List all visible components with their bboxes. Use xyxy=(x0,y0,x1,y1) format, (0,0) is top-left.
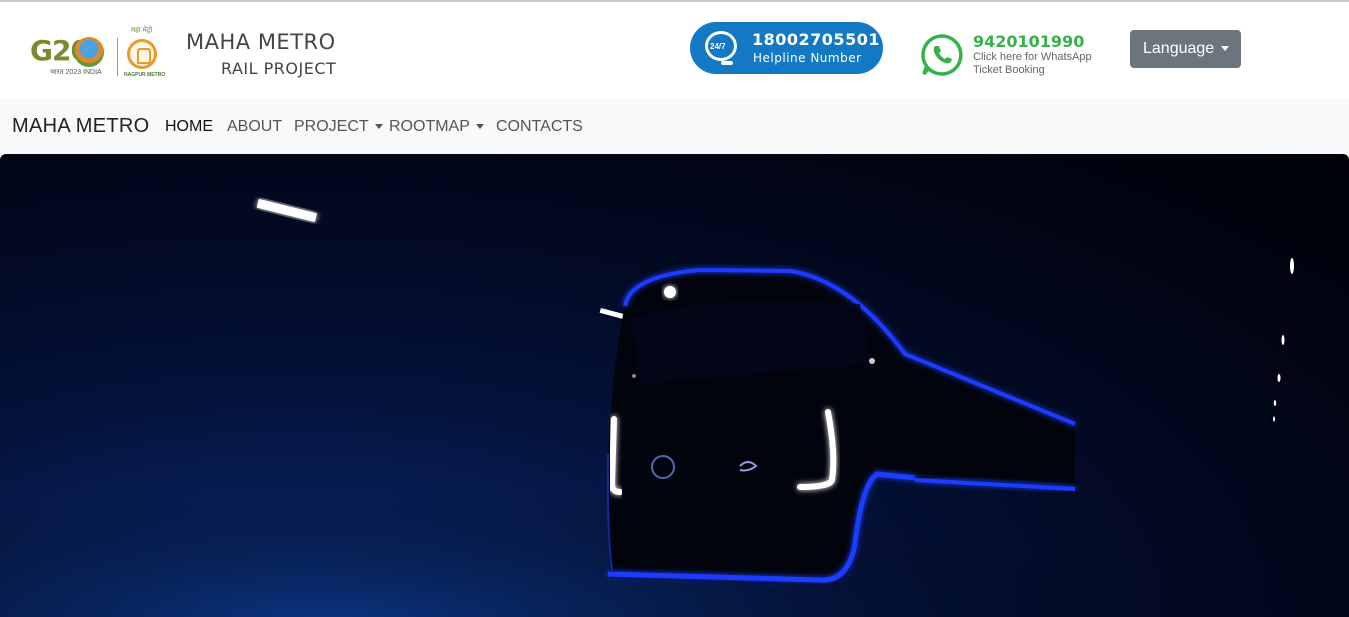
nagpur-logo-top-text: महा मेट्रो xyxy=(131,27,153,34)
wall-light xyxy=(1277,374,1281,382)
nav-rootmap-label: ROOTMAP xyxy=(389,118,470,135)
brand-subtitle: RAIL PROJECT xyxy=(221,59,337,78)
nagpur-logo-bottom-text: NAGPUR METRO xyxy=(124,72,166,78)
g20-logo[interactable]: G20 भारत 2023 INDIA xyxy=(30,34,110,80)
caret-down-icon xyxy=(1221,46,1230,52)
whatsapp-number: 9420101990 xyxy=(973,32,1085,51)
whatsapp-caption-line2: Ticket Booking xyxy=(973,64,1045,76)
caret-down-icon xyxy=(475,124,484,130)
whatsapp-icon xyxy=(921,34,963,76)
nav-contacts[interactable]: CONTACTS xyxy=(496,118,583,136)
hero-banner xyxy=(0,154,1349,617)
nav-home[interactable]: HOME xyxy=(165,118,213,136)
navbar-brand[interactable]: MAHA METRO xyxy=(12,115,149,138)
nav-project-label: PROJECT xyxy=(294,118,369,135)
headset-icon: 24/7 xyxy=(703,28,739,68)
helpline-badge: 24/7 xyxy=(710,42,726,51)
whatsapp-booking-link[interactable]: 9420101990 Click here for WhatsApp Ticke… xyxy=(920,30,1110,78)
helpline-label: Helpline Number xyxy=(753,51,862,65)
wall-light xyxy=(1290,258,1294,274)
ceiling-light xyxy=(256,198,318,223)
metro-train-illustration xyxy=(0,198,1349,617)
nav-project-dropdown[interactable]: PROJECT xyxy=(294,118,383,136)
helpline-button[interactable]: 24/7 18002705501 Helpline Number xyxy=(690,22,883,74)
g20-tagline: भारत 2023 INDIA xyxy=(50,69,102,76)
wall-light xyxy=(1281,335,1285,345)
whatsapp-caption-line1: Click here for WhatsApp xyxy=(973,51,1092,63)
nav-about-label: ABOUT xyxy=(227,118,283,135)
nav-about[interactable]: ABOUT xyxy=(227,118,282,136)
metro-train-icon xyxy=(127,39,157,69)
language-dropdown-button[interactable]: Language xyxy=(1130,30,1241,68)
wall-light xyxy=(1273,416,1275,422)
nav-rootmap-dropdown[interactable]: ROOTMAP xyxy=(389,118,484,136)
nagpur-metro-logo[interactable]: महा मेट्रो NAGPUR METRO xyxy=(123,26,166,82)
ceiling-light xyxy=(599,307,626,320)
caret-down-icon xyxy=(374,124,383,130)
wall-light xyxy=(1273,400,1277,406)
helpline-number: 18002705501 xyxy=(752,30,880,49)
nav-home-label: HOME xyxy=(165,118,213,135)
site-header: G20 भारत 2023 INDIA महा मेट्रो NAGPUR ME… xyxy=(0,2,1349,98)
main-navbar: MAHA METRO HOME ABOUT PROJECT ROOTMAP CO… xyxy=(0,98,1349,154)
logo-divider xyxy=(117,38,118,76)
brand-title: MAHA METRO xyxy=(186,30,336,54)
language-button-label: Language xyxy=(1143,40,1215,57)
lotus-icon xyxy=(74,37,104,67)
nav-contacts-label: CONTACTS xyxy=(496,118,583,135)
